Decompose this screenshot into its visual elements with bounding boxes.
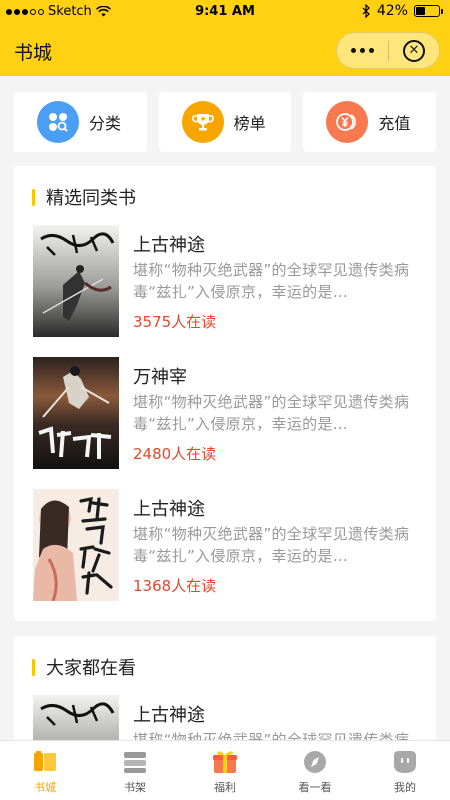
tab-label: 看一看 <box>298 781 332 794</box>
top-bar: Sketch 9:41 AM 42% 书城 ✕ <box>0 0 450 76</box>
quick-entry-category[interactable]: 分类 <box>14 92 147 152</box>
book-title: 上古神途 <box>133 499 205 520</box>
section-title: 大家都在看 <box>46 658 136 679</box>
book-description: 堪称“物种灭绝武器”的全球罕见遗传类病毒“兹扎”入侵原京，幸运的是… <box>133 261 410 301</box>
quick-entry-ranking[interactable]: 榜单 <box>158 92 292 152</box>
book-title: 上古神途 <box>133 705 205 726</box>
battery-icon <box>414 5 443 17</box>
tab-welfare[interactable]: 福利 <box>180 741 270 800</box>
tab-bar: 书城 书架 福利 看一看 我的 <box>0 740 450 800</box>
section-title: 精选同类书 <box>46 188 136 209</box>
book-title: 万神宰 <box>133 367 187 388</box>
tab-discover[interactable]: 看一看 <box>270 741 360 800</box>
bookshelf-icon <box>124 752 146 773</box>
system-icons: 42% <box>362 3 443 19</box>
book-item[interactable]: 上古神途 堪称“物种灭绝武器”的全球罕见遗传类病毒“兹扎”入侵原京，幸运的是… … <box>33 489 423 601</box>
book-item[interactable]: 上古神途 堪称“物种灭绝武器”的全球罕见遗传类病毒“兹扎”入侵原京，幸运的是… … <box>33 225 423 337</box>
battery-percent: 42% <box>376 3 408 19</box>
status-bar: Sketch 9:41 AM 42% <box>0 0 450 24</box>
tab-bookstore[interactable]: 书城 <box>0 741 90 800</box>
quick-entries: 分类 榜单 充值 <box>14 92 437 152</box>
book-cover <box>33 225 119 337</box>
gift-icon <box>213 751 237 773</box>
tab-label: 书城 <box>34 781 56 794</box>
page-title: 书城 <box>14 42 53 64</box>
close-button[interactable]: ✕ <box>389 33 439 68</box>
mini-program-capsule: ✕ <box>336 32 440 69</box>
coin-icon <box>326 101 369 143</box>
quick-entry-label: 充值 <box>378 114 411 133</box>
tab-profile[interactable]: 我的 <box>360 741 450 800</box>
book-readers: 3575人在读 <box>133 313 217 331</box>
book-readers: 1368人在读 <box>133 577 217 595</box>
book-title: 上古神途 <box>133 235 205 256</box>
tab-label: 书架 <box>124 781 146 794</box>
book-cover <box>33 489 119 601</box>
section-accent-bar <box>32 188 35 206</box>
section-header: 精选同类书 <box>32 184 136 210</box>
bookstore-icon <box>34 751 56 771</box>
more-button[interactable] <box>337 33 388 68</box>
tab-label: 福利 <box>214 781 236 794</box>
close-icon: ✕ <box>402 39 425 62</box>
book-item[interactable]: 万神宰 堪称“物种灭绝武器”的全球罕见遗传类病毒“兹扎”入侵原京，幸运的是… 2… <box>33 357 423 469</box>
quick-entry-recharge[interactable]: 充值 <box>303 92 437 152</box>
section-header: 大家都在看 <box>32 654 136 680</box>
book-description: 堪称“物种灭绝武器”的全球罕见遗传类病毒“兹扎”入侵原京，幸运的是… <box>133 525 410 565</box>
trophy-icon <box>181 101 224 143</box>
quick-entry-label: 分类 <box>89 114 122 133</box>
section-similar-books: 精选同类书 上古神途 堪称“物种灭绝武器”的全球罕见遗传类病毒“兹扎”入侵原京，… <box>14 166 436 621</box>
bluetooth-icon <box>362 4 370 18</box>
tab-bookshelf[interactable]: 书架 <box>90 741 180 800</box>
section-accent-bar <box>32 658 35 676</box>
tab-label: 我的 <box>394 781 416 794</box>
compass-icon <box>304 751 326 773</box>
book-description: 堪称“物种灭绝武器”的全球罕见遗传类病毒“兹扎”入侵原京，幸运的是… <box>133 393 410 433</box>
profile-icon <box>394 751 416 773</box>
quick-entry-label: 榜单 <box>233 114 266 133</box>
category-icon <box>37 101 79 143</box>
book-readers: 2480人在读 <box>133 445 217 463</box>
book-cover <box>33 357 119 469</box>
